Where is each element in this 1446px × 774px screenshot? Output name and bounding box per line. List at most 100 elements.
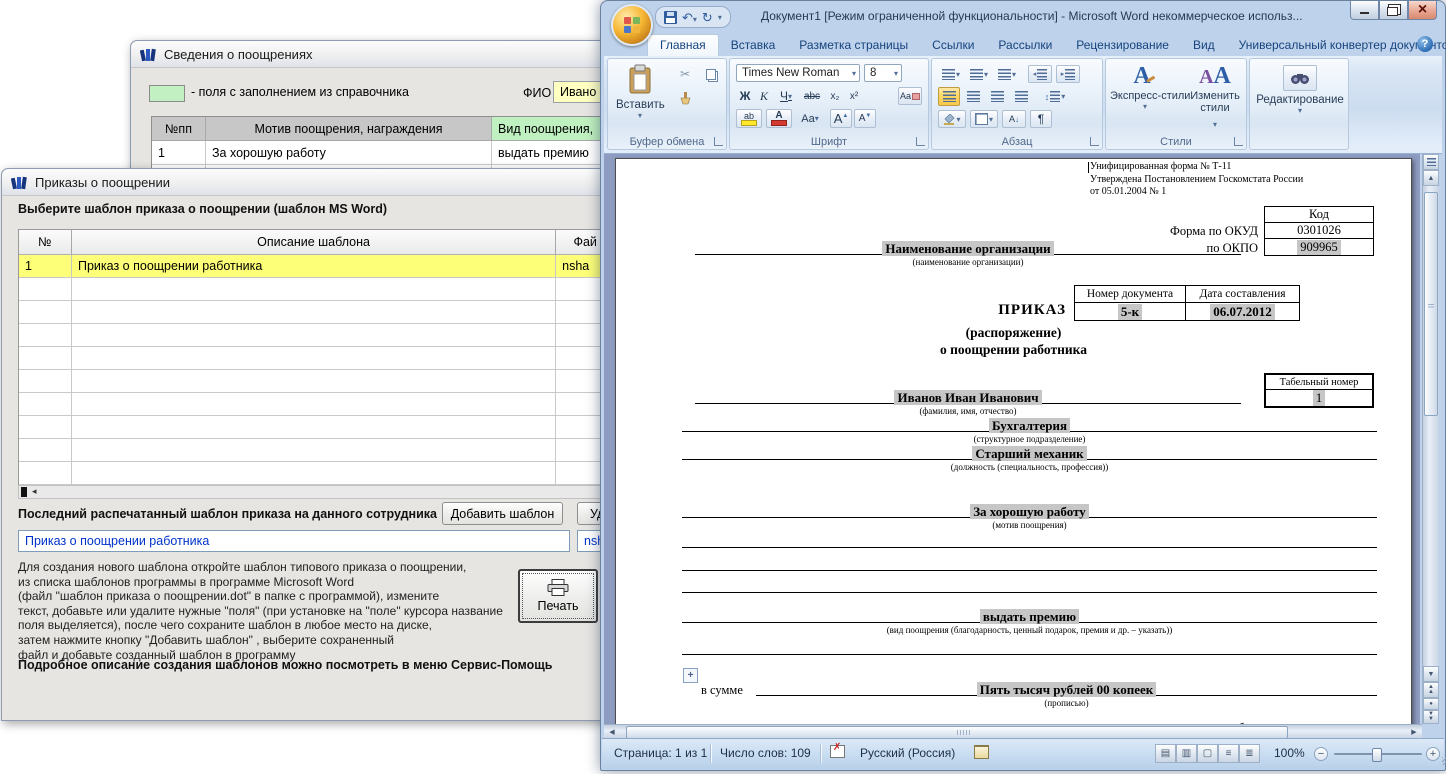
para-mark-button[interactable]: ¶ xyxy=(1030,110,1052,128)
paragraph-dialog-launcher[interactable] xyxy=(1090,137,1099,146)
clipboard-dialog-launcher[interactable] xyxy=(714,137,723,146)
increase-indent-icon[interactable]: ▸ xyxy=(1056,65,1080,83)
table-move-handle-icon[interactable]: + xyxy=(683,668,698,683)
cell-num[interactable]: 1 xyxy=(152,141,206,165)
minimize-button[interactable] xyxy=(1350,1,1379,20)
zoom-slider-thumb[interactable] xyxy=(1372,748,1382,762)
paste-button[interactable]: Вставить ▾ xyxy=(616,64,665,120)
tab-references[interactable]: Ссылки xyxy=(920,35,986,56)
change-styles-button[interactable]: AA Изменить стили ▾ xyxy=(1184,63,1246,132)
paste-dropdown-icon[interactable]: ▾ xyxy=(616,111,664,120)
tab-home[interactable]: Главная xyxy=(647,34,719,56)
change-case-button[interactable]: Aa ▾ xyxy=(796,109,824,128)
col-header-motive[interactable]: Мотив поощрения, награждения xyxy=(206,117,492,141)
scroll-down-icon[interactable]: ▼ xyxy=(1423,666,1439,682)
doc-date-value[interactable]: 06.07.2012 xyxy=(1186,303,1299,320)
hscroll-left-arrow-icon[interactable]: ◂ xyxy=(32,486,37,497)
okud-value[interactable]: 0301026 xyxy=(1265,223,1373,239)
col-header-desc[interactable]: Описание шаблона xyxy=(71,230,557,255)
justify-button[interactable] xyxy=(1010,87,1032,106)
superscript-button[interactable]: x² xyxy=(845,87,863,105)
status-page[interactable]: Страница: 1 из 1 xyxy=(614,746,707,760)
bullets-button[interactable]: ▾ xyxy=(938,65,964,83)
qat-customize-icon[interactable]: ▾ xyxy=(718,13,722,22)
vertical-scrollbar[interactable]: ▲ ▼ ▲ ▲ ● ▼ ▼ xyxy=(1422,154,1439,724)
decrease-indent-icon[interactable]: ◂ xyxy=(1028,65,1052,83)
align-right-button[interactable] xyxy=(986,87,1008,106)
tab-mailings[interactable]: Рассылки xyxy=(986,35,1064,56)
redo-icon[interactable]: ↻ xyxy=(702,11,713,24)
col-header-num[interactable]: № xyxy=(19,230,72,255)
horizontal-scrollbar[interactable]: ◀ ▶ xyxy=(604,724,1422,739)
help-icon[interactable]: ? xyxy=(1417,36,1433,52)
tab-universal-converter[interactable]: Универсальный конвертер документов xyxy=(1227,35,1446,56)
tab-num-value[interactable]: 1 xyxy=(1266,390,1372,406)
align-left-button[interactable] xyxy=(938,87,960,106)
view-print-layout-icon[interactable]: ▤ xyxy=(1155,744,1176,763)
sort-button[interactable]: А ↓ xyxy=(1002,110,1026,128)
zoom-out-icon[interactable]: − xyxy=(1314,747,1328,761)
restore-button[interactable] xyxy=(1379,1,1408,20)
styles-dialog-launcher[interactable] xyxy=(1234,137,1243,146)
ruler-toggle-icon[interactable] xyxy=(1423,154,1439,170)
view-fullscreen-icon[interactable]: ▥ xyxy=(1176,744,1197,763)
print-button[interactable]: Печать xyxy=(518,569,598,623)
underline-button[interactable]: Ч ▾ xyxy=(774,87,798,105)
employee-field[interactable]: Иванов Иван Иванович xyxy=(695,390,1241,405)
kind-field[interactable]: выдать премию xyxy=(682,609,1377,624)
org-name-field[interactable]: Наименование организации xyxy=(695,241,1241,256)
zoom-in-icon[interactable]: + xyxy=(1426,747,1440,761)
close-button[interactable]: × xyxy=(1408,1,1437,20)
multilevel-list-button[interactable]: ▾ xyxy=(994,65,1020,83)
numbering-button[interactable]: ▾ xyxy=(966,65,992,83)
motive-field[interactable]: За хорошую работу xyxy=(682,504,1377,519)
highlight-color-button[interactable]: ab xyxy=(736,109,762,128)
col-header-num[interactable]: №пп xyxy=(152,117,206,141)
okpo-value[interactable]: 909965 xyxy=(1265,239,1373,255)
position-field[interactable]: Старший механик xyxy=(682,446,1377,461)
previous-page-icon[interactable]: ▲ ▲ xyxy=(1423,682,1439,698)
borders-button[interactable]: ▾ xyxy=(970,110,998,128)
font-dialog-launcher[interactable] xyxy=(916,137,925,146)
add-template-button[interactable]: Добавить шаблон xyxy=(442,502,563,525)
cut-icon[interactable]: ✂ xyxy=(674,65,696,83)
undo-icon[interactable]: ↶▾ xyxy=(682,11,697,24)
resize-grip[interactable] xyxy=(1442,757,1446,765)
view-web-layout-icon[interactable]: ▢ xyxy=(1197,744,1218,763)
vscroll-thumb[interactable] xyxy=(1424,192,1438,416)
grow-font-button[interactable]: А ▲ xyxy=(830,109,852,128)
hscroll-thumb[interactable] xyxy=(21,487,27,497)
template-row-selected[interactable]: 1 Приказ о поощрении работника nsha xyxy=(19,255,614,278)
scroll-right-icon[interactable]: ▶ xyxy=(1406,725,1422,738)
align-center-button[interactable] xyxy=(962,87,984,106)
department-field[interactable]: Бухгалтерия xyxy=(682,418,1377,433)
cell-desc[interactable]: Приказ о поощрении работника xyxy=(72,255,557,278)
cell-num[interactable]: 1 xyxy=(19,255,72,278)
clear-formatting-button[interactable]: Aa xyxy=(898,87,922,105)
copy-icon[interactable] xyxy=(700,65,722,83)
macro-record-icon[interactable] xyxy=(974,745,989,762)
subscript-button[interactable]: x₂ xyxy=(826,87,844,105)
status-language[interactable]: Русский (Россия) xyxy=(860,746,955,760)
shrink-font-button[interactable]: А ▼ xyxy=(854,109,876,128)
tab-view[interactable]: Вид xyxy=(1181,35,1227,56)
select-browse-object-icon[interactable]: ● xyxy=(1423,698,1439,710)
cell-motive[interactable]: За хорошую работу xyxy=(206,141,492,165)
spellcheck-icon[interactable]: ✗ xyxy=(830,742,845,761)
tab-page-layout[interactable]: Разметка страницы xyxy=(787,35,920,56)
scroll-left-icon[interactable]: ◀ xyxy=(604,725,620,738)
font-size-select[interactable]: 8 ▾ xyxy=(864,64,902,82)
view-outline-icon[interactable]: ≡ xyxy=(1218,744,1239,763)
view-draft-icon[interactable]: ≣ xyxy=(1239,744,1260,763)
office-button[interactable] xyxy=(611,4,653,46)
table-hscrollbar[interactable]: ◂ xyxy=(18,485,614,499)
orders-titlebar[interactable]: Приказы о поощрении xyxy=(2,169,614,196)
save-icon[interactable] xyxy=(664,10,677,24)
font-name-select[interactable]: Times New Roman ▾ xyxy=(736,64,860,82)
document-page[interactable]: Унифицированная форма № Т-11 Утверждена … xyxy=(615,158,1412,724)
line-spacing-button[interactable]: ↕ ▾ xyxy=(1040,87,1070,106)
sum-field[interactable]: Пять тысяч рублей 00 копеек xyxy=(756,682,1377,697)
bold-button[interactable]: Ж xyxy=(736,87,754,105)
editing-button[interactable]: Редактирование ▾ xyxy=(1250,65,1350,115)
strikethrough-button[interactable]: abc xyxy=(800,87,824,105)
